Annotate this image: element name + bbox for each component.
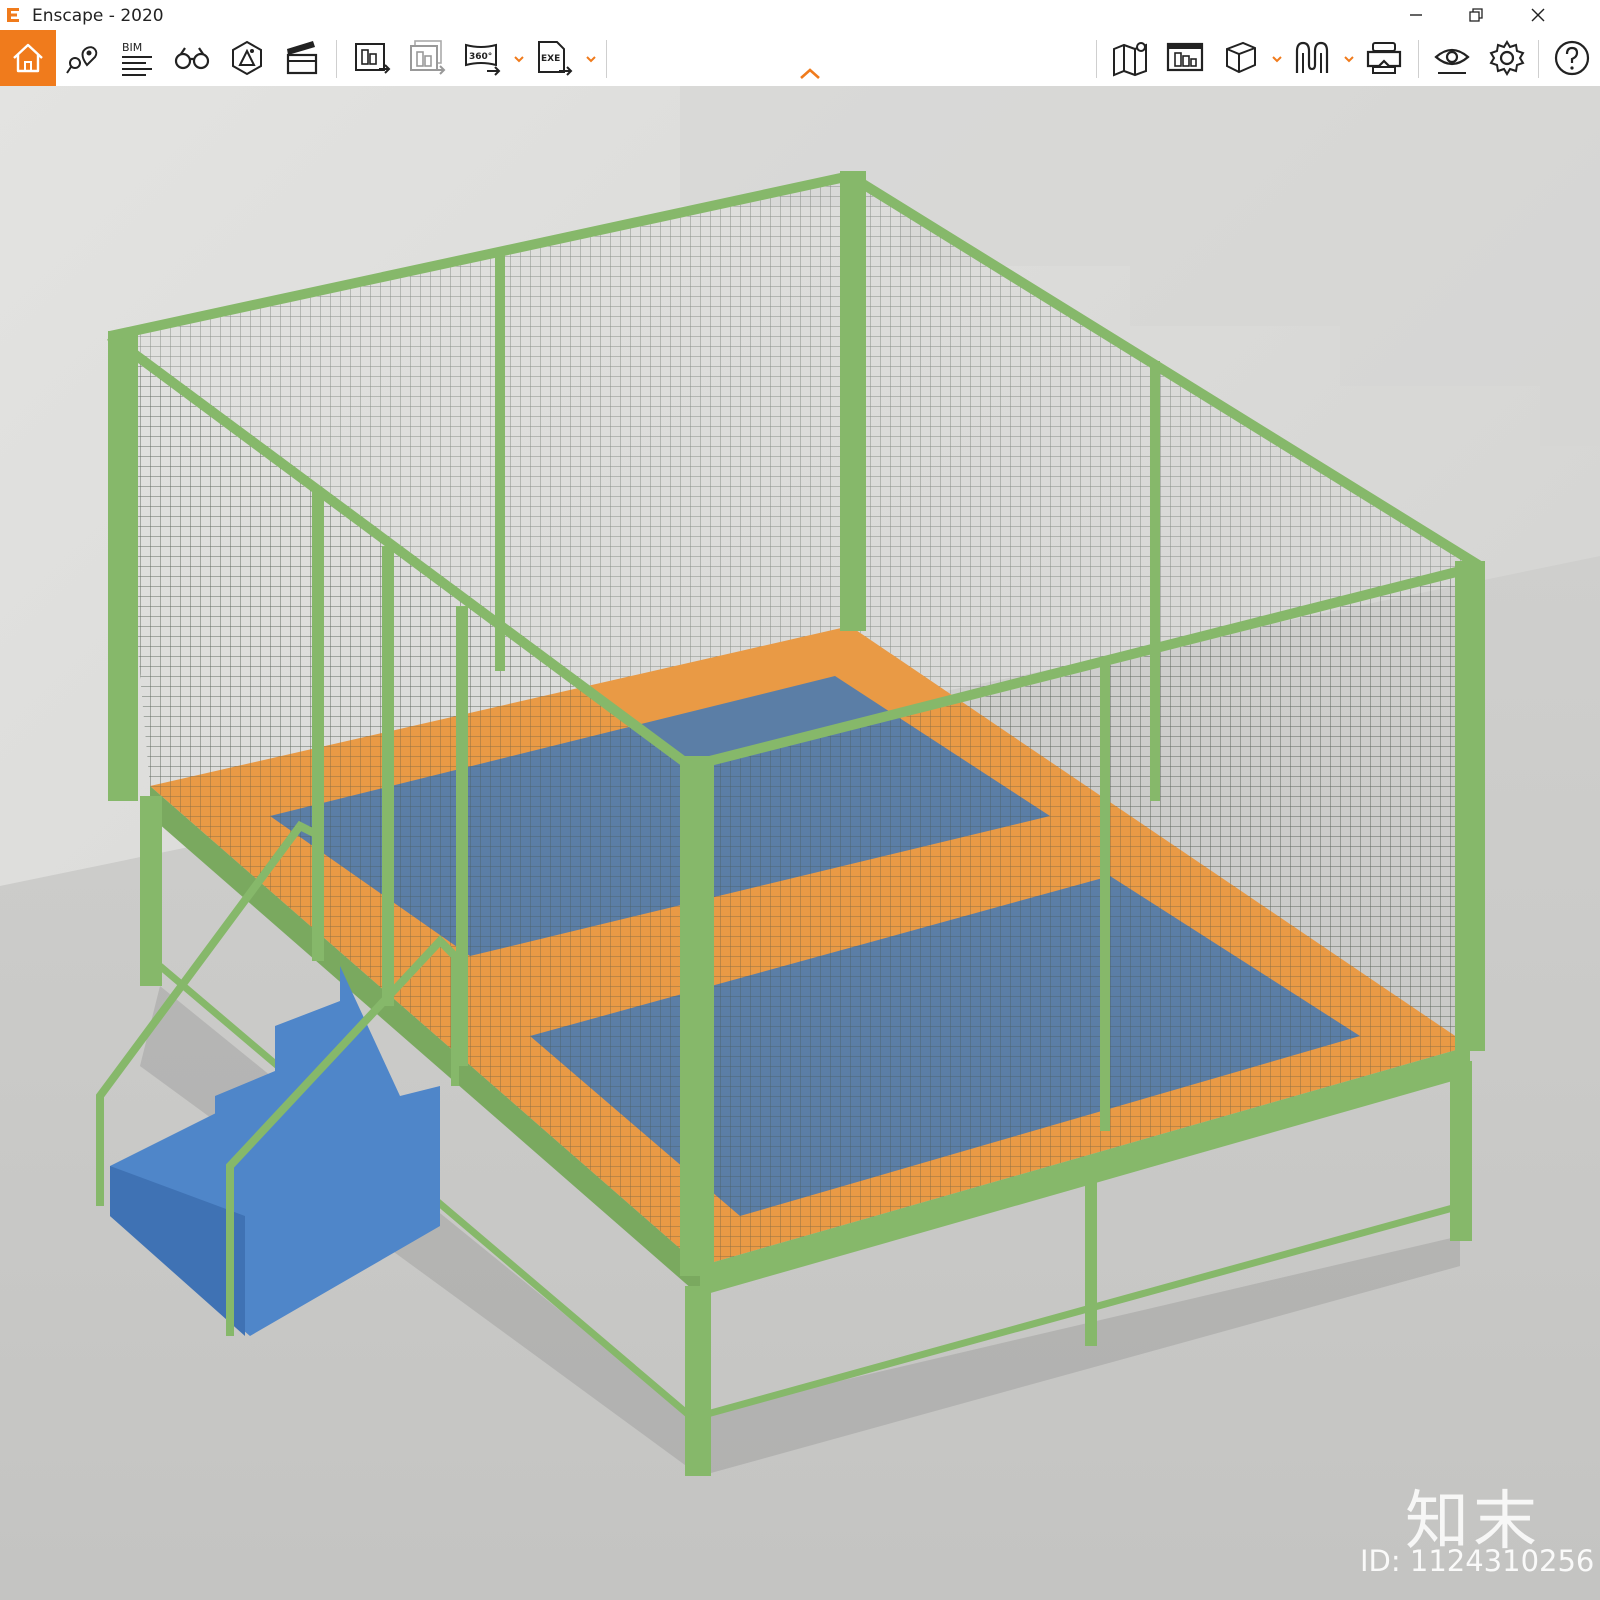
batch-render-icon bbox=[410, 40, 446, 75]
batch-render-button[interactable] bbox=[405, 36, 449, 80]
atmosphere-icon bbox=[232, 40, 262, 76]
render-window-button[interactable] bbox=[1163, 36, 1207, 80]
close-button[interactable] bbox=[1510, 0, 1566, 30]
bim-button[interactable]: BIM bbox=[115, 36, 159, 80]
svg-text:EXE: EXE bbox=[541, 54, 560, 64]
cage-post bbox=[108, 331, 138, 801]
toolbar-separator bbox=[606, 40, 607, 78]
asset-dropdown-chevron-icon[interactable] bbox=[1270, 52, 1284, 66]
material-dropdown-chevron-icon[interactable] bbox=[1342, 52, 1356, 66]
toolbar-separator bbox=[1418, 40, 1419, 78]
enscape-logo-icon bbox=[7, 8, 19, 22]
material-editor-button[interactable] bbox=[1290, 36, 1334, 80]
asset-library-button[interactable] bbox=[1218, 36, 1262, 80]
cage-post bbox=[680, 756, 714, 1276]
toolbar-separator bbox=[1538, 40, 1539, 78]
panorama-dropdown-chevron-icon[interactable] bbox=[512, 52, 526, 66]
asset-cube-icon bbox=[1226, 41, 1256, 74]
minimize-icon bbox=[1410, 14, 1422, 16]
collapse-toolbar-chevron-icon[interactable] bbox=[797, 66, 823, 82]
minimize-button[interactable] bbox=[1388, 0, 1444, 30]
export-button[interactable]: EXE bbox=[532, 36, 576, 80]
general-settings-button[interactable] bbox=[1485, 36, 1529, 80]
screenshot-button[interactable] bbox=[350, 36, 394, 80]
location-pin-icon bbox=[66, 46, 98, 74]
render-image-icon bbox=[355, 43, 391, 74]
trampoline-scene bbox=[0, 86, 1600, 1600]
leg bbox=[140, 796, 162, 986]
cage-post bbox=[1150, 361, 1160, 801]
cage-post bbox=[1100, 661, 1110, 1131]
export-exe-icon: EXE bbox=[538, 41, 573, 76]
bim-icon: BIM bbox=[122, 41, 152, 76]
vr-headset-icon bbox=[1366, 42, 1402, 74]
home-button[interactable] bbox=[0, 30, 56, 86]
restore-button[interactable] bbox=[1448, 0, 1504, 30]
settings-gear-icon bbox=[1489, 40, 1525, 76]
svg-text:BIM: BIM bbox=[122, 41, 142, 54]
cage-post bbox=[382, 546, 394, 1006]
home-icon bbox=[13, 43, 43, 73]
export-dropdown-chevron-icon[interactable] bbox=[584, 52, 598, 66]
video-editor-button[interactable] bbox=[280, 36, 324, 80]
cage-post bbox=[495, 251, 505, 671]
visual-settings-eye-icon bbox=[1434, 48, 1470, 74]
svg-text:360°: 360° bbox=[469, 52, 492, 62]
vr-headset-button[interactable] bbox=[1362, 36, 1406, 80]
toolbar-separator bbox=[1096, 40, 1097, 78]
panorama-button[interactable]: 360° bbox=[460, 36, 504, 80]
cage-post bbox=[1455, 561, 1485, 1051]
leg bbox=[685, 1286, 711, 1476]
visual-settings-button[interactable] bbox=[1430, 36, 1474, 80]
map-button[interactable] bbox=[1108, 36, 1152, 80]
render-window-icon bbox=[1166, 42, 1204, 72]
enscape-toolbar: BIM 360° EXE bbox=[0, 30, 1600, 87]
leg bbox=[1450, 1061, 1472, 1241]
clapperboard-icon bbox=[286, 41, 318, 75]
binoculars-icon bbox=[174, 47, 210, 70]
title-bar: Enscape - 2020 bbox=[0, 0, 1600, 30]
window-title: Enscape - 2020 bbox=[32, 6, 164, 26]
watermark-id: ID: 1124310256 bbox=[1360, 1544, 1595, 1578]
material-icon bbox=[1295, 41, 1329, 73]
help-icon bbox=[1554, 40, 1590, 76]
leg bbox=[1085, 1176, 1097, 1346]
close-icon bbox=[1531, 8, 1545, 22]
views-button[interactable] bbox=[60, 36, 104, 80]
walk-mode-button[interactable] bbox=[170, 36, 214, 80]
map-icon bbox=[1113, 42, 1147, 77]
help-button[interactable] bbox=[1550, 36, 1594, 80]
cage-post bbox=[840, 171, 866, 631]
atmosphere-button[interactable] bbox=[225, 36, 269, 80]
render-viewport[interactable]: 知末 ID: 1124310256 bbox=[0, 86, 1600, 1600]
restore-icon bbox=[1469, 8, 1483, 22]
panorama-360-icon: 360° bbox=[465, 43, 501, 76]
toolbar-separator bbox=[336, 40, 337, 78]
